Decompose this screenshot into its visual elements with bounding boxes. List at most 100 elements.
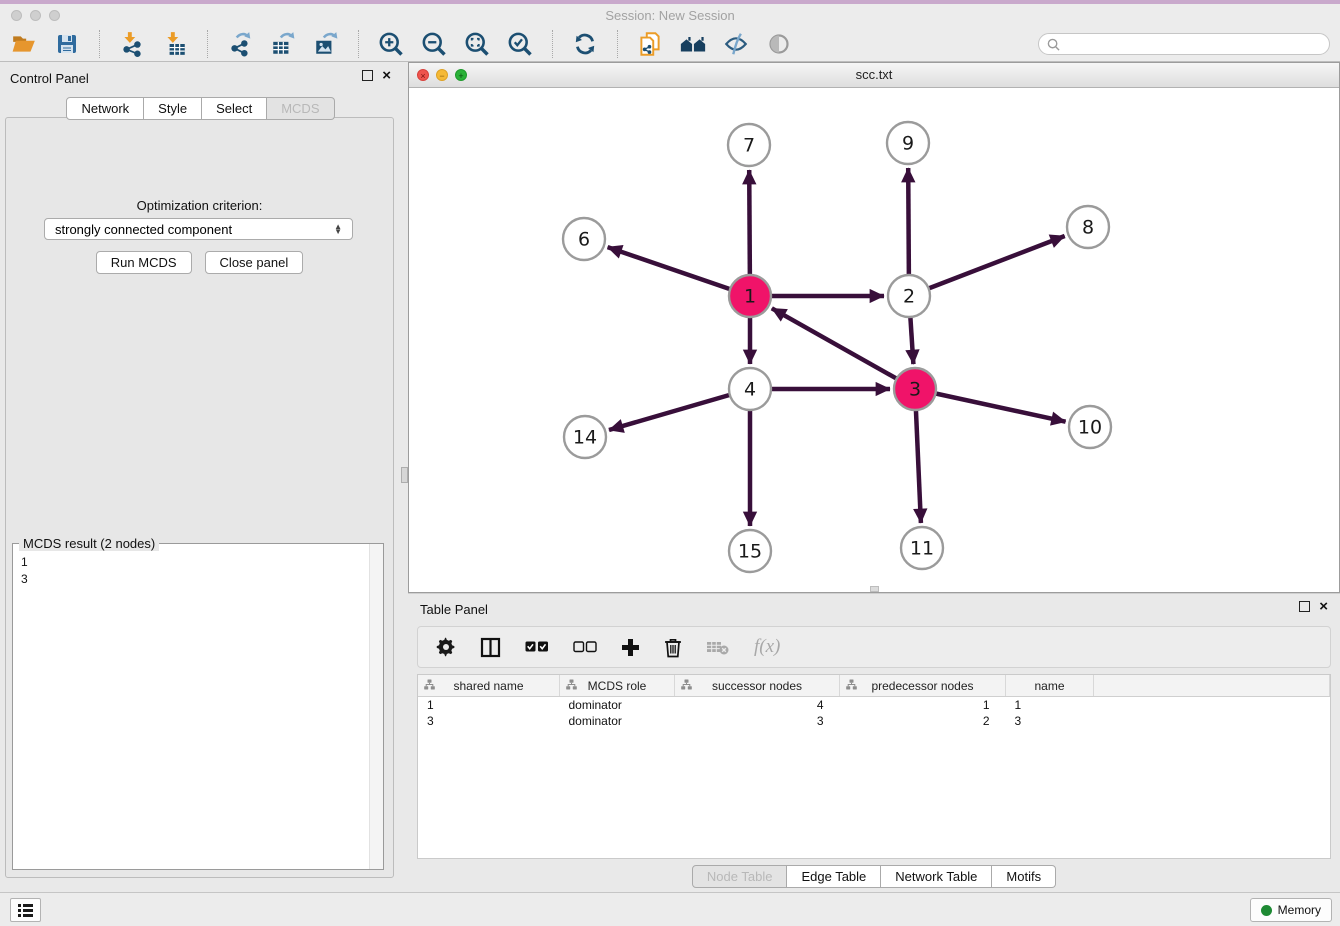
memory-button[interactable]: Memory [1250, 898, 1332, 922]
open-session-icon[interactable] [10, 30, 38, 58]
close-table-panel-icon[interactable]: × [1319, 601, 1328, 612]
delete-table-icon[interactable] [706, 639, 730, 656]
result-scrollbar[interactable] [369, 544, 383, 869]
select-stepper-icon: ▲▼ [334, 224, 342, 234]
control-panel: Control Panel × NetworkStyleSelectMCDS O… [0, 62, 401, 893]
search-input[interactable] [1065, 36, 1321, 52]
zoom-out-icon[interactable] [420, 30, 448, 58]
column-header-name[interactable]: name [1006, 675, 1094, 697]
table-panel: Table Panel × f(x) shared nameMCDS roles… [408, 593, 1340, 893]
resize-grip[interactable] [870, 586, 879, 592]
table-cell[interactable]: 1 [1006, 697, 1094, 714]
show-graphics-details-icon[interactable] [722, 30, 750, 58]
column-header-shared-name[interactable]: shared name [418, 675, 560, 697]
list-icon [18, 904, 33, 917]
export-image-icon[interactable] [312, 30, 340, 58]
export-network-icon[interactable] [226, 30, 254, 58]
task-history-button[interactable] [10, 898, 41, 922]
tab-network-table[interactable]: Network Table [881, 865, 992, 888]
search-icon [1047, 38, 1060, 51]
tab-style[interactable]: Style [144, 97, 202, 120]
graph-node-label-10: 10 [1078, 417, 1102, 439]
table-cell[interactable]: 3 [675, 713, 840, 729]
mcds-result-box: MCDS result (2 nodes) 1 3 [12, 543, 384, 870]
optimization-criterion-label: Optimization criterion: [6, 198, 393, 213]
table-cell[interactable]: dominator [560, 697, 675, 714]
table-cell[interactable]: 1 [418, 697, 560, 714]
splitter-handle[interactable] [401, 467, 408, 483]
network-window: × − + scc.txt 7968124314101511 [408, 62, 1340, 593]
status-bar: Memory [0, 892, 1340, 926]
table-cell[interactable]: dominator [560, 713, 675, 729]
toolbar-separator [207, 30, 208, 58]
toolbar-separator [617, 30, 618, 58]
close-panel-icon[interactable]: × [382, 70, 391, 81]
mcds-result-text[interactable]: 1 3 [13, 548, 369, 869]
graph-node-label-2: 2 [903, 286, 915, 308]
table-cell[interactable]: 3 [1006, 713, 1094, 729]
import-network-icon[interactable] [118, 30, 146, 58]
main-toolbar [0, 27, 1340, 62]
run-mcds-button[interactable]: Run MCDS [96, 251, 192, 274]
titlebar: Session: New Session [0, 4, 1340, 27]
criterion-selected-value: strongly connected component [55, 222, 232, 237]
table-cell-filler [1094, 697, 1330, 714]
tab-node-table[interactable]: Node Table [692, 865, 788, 888]
clone-network-icon[interactable] [636, 30, 664, 58]
network-overview-icon[interactable] [679, 30, 707, 58]
show-columns-icon[interactable] [480, 637, 501, 658]
graph-edge-1-6[interactable] [608, 247, 750, 296]
table-cell[interactable]: 2 [840, 713, 1006, 729]
float-panel-icon[interactable] [362, 70, 373, 81]
table-row: 1dominator411 [418, 697, 1330, 714]
table-cell[interactable]: 1 [840, 697, 1006, 714]
table-cell[interactable]: 4 [675, 697, 840, 714]
save-session-icon[interactable] [53, 30, 81, 58]
export-table-icon[interactable] [269, 30, 297, 58]
graph-edge-3-1[interactable] [772, 308, 915, 389]
tab-select[interactable]: Select [202, 97, 267, 120]
panel-splitter[interactable] [401, 62, 408, 893]
criterion-select[interactable]: strongly connected component ▲▼ [44, 218, 353, 240]
search-box [1038, 33, 1330, 55]
table-panel-title: Table Panel [420, 602, 488, 617]
add-column-icon[interactable] [621, 638, 640, 657]
graph-edge-2-8[interactable] [909, 236, 1065, 296]
select-all-icon[interactable] [525, 641, 549, 654]
table-settings-gear-icon[interactable] [436, 637, 456, 657]
graph-node-label-8: 8 [1082, 217, 1094, 239]
close-panel-button[interactable]: Close panel [205, 251, 304, 274]
graph-node-label-4: 4 [744, 379, 756, 401]
graph-node-label-6: 6 [578, 229, 590, 251]
float-table-panel-icon[interactable] [1299, 601, 1310, 612]
tab-network[interactable]: Network [66, 97, 144, 120]
application-window: Session: New Session Control Panel [0, 0, 1340, 926]
delete-column-icon[interactable] [664, 637, 682, 658]
function-builder-icon[interactable]: f(x) [754, 636, 780, 658]
tab-motifs[interactable]: Motifs [992, 865, 1056, 888]
column-header-filler [1094, 675, 1330, 697]
table-row: 3dominator323 [418, 713, 1330, 729]
network-canvas[interactable]: 7968124314101511 [409, 88, 1339, 592]
mcds-panel: Optimization criterion: strongly connect… [5, 117, 394, 878]
birds-eye-view-icon[interactable] [765, 30, 793, 58]
zoom-selected-icon[interactable] [506, 30, 534, 58]
node-table: shared nameMCDS rolesuccessor nodesprede… [417, 674, 1331, 859]
network-window-titlebar: × − + scc.txt [409, 63, 1339, 88]
toolbar-separator [358, 30, 359, 58]
column-header-successor-nodes[interactable]: successor nodes [675, 675, 840, 697]
zoom-in-icon[interactable] [377, 30, 405, 58]
graph-edge-3-10[interactable] [915, 389, 1066, 422]
apply-preferred-layout-icon[interactable] [571, 30, 599, 58]
graph-node-label-15: 15 [738, 541, 762, 563]
table-cell-filler [1094, 713, 1330, 729]
column-header-predecessor-nodes[interactable]: predecessor nodes [840, 675, 1006, 697]
column-header-mcds-role[interactable]: MCDS role [560, 675, 675, 697]
import-table-icon[interactable] [161, 30, 189, 58]
tab-mcds[interactable]: MCDS [267, 97, 334, 120]
table-header-row: shared nameMCDS rolesuccessor nodesprede… [418, 675, 1330, 697]
zoom-fit-icon[interactable] [463, 30, 491, 58]
table-cell[interactable]: 3 [418, 713, 560, 729]
deselect-all-icon[interactable] [573, 641, 597, 654]
tab-edge-table[interactable]: Edge Table [787, 865, 881, 888]
